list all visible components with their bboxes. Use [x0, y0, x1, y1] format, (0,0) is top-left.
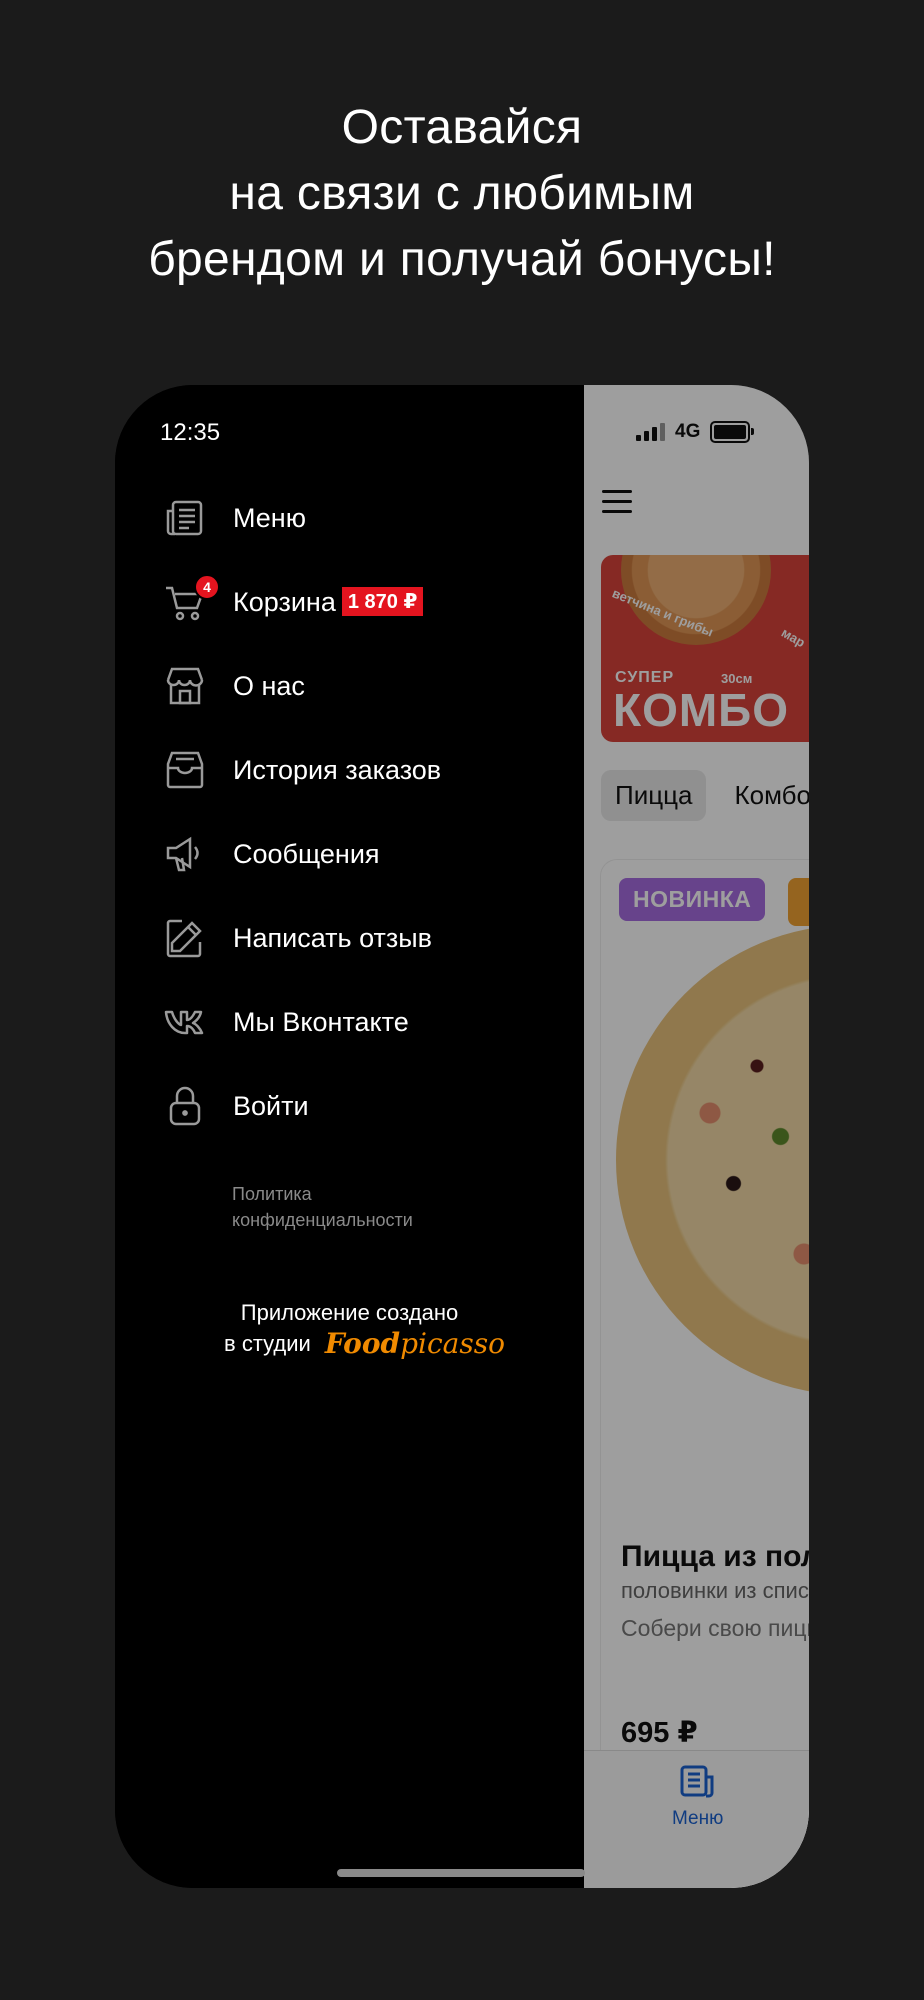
drawer-item-order-history[interactable]: История заказов [163, 745, 441, 795]
promo-banner[interactable]: ветчина и грибы мар СУПЕР 30см КОМБО [601, 555, 809, 742]
credit-line-2: в студии [224, 1331, 311, 1356]
drawer-item-messages[interactable]: Сообщения [163, 829, 380, 879]
policy-line-1: Политика [232, 1184, 312, 1204]
product-pizza-image [616, 925, 809, 1395]
drawer-item-label: О нас [233, 670, 305, 701]
archive-icon [163, 748, 207, 792]
new-badge: НОВИНКА [619, 878, 766, 921]
drawer-item-label: Написать отзыв [233, 922, 432, 953]
home-indicator[interactable] [337, 1869, 585, 1877]
banner-label-2: мар [778, 624, 808, 651]
store-icon [163, 664, 207, 708]
product-subtitle: половинки из спис [621, 1578, 809, 1603]
tab-pizza[interactable]: Пицца [601, 770, 707, 821]
lock-icon [163, 1084, 207, 1128]
drawer-item-menu[interactable]: Меню [163, 493, 306, 543]
studio-credit[interactable]: Приложение создано в студии Foodpicasso [115, 1297, 584, 1359]
secondary-badge [788, 878, 809, 926]
network-type: 4G [675, 421, 701, 442]
product-card[interactable]: НОВИНКА Пицца из половинок половинки из … [601, 860, 809, 1790]
drawer-item-write-review[interactable]: Написать отзыв [163, 913, 432, 963]
menu-book-icon [163, 496, 207, 540]
promo-headline: Оставайся на связи с любимым брендом и п… [0, 95, 924, 293]
banner-title: КОМБО [613, 684, 790, 736]
headline-line-2: на связи с любимым [229, 167, 695, 220]
cart-label-group: Корзина 1 870 ₽ [233, 586, 424, 618]
megaphone-icon [163, 832, 207, 876]
tab-combo[interactable]: Комбо [720, 770, 809, 821]
drawer-item-label: Сообщения [233, 838, 380, 869]
drawer-item-label: Мы Вконтакте [233, 1006, 409, 1037]
side-drawer: 12:35 Меню 4 Корзина 1 870 ₽ О нас Истор… [115, 385, 585, 1888]
product-price: 695 ₽ [621, 1717, 698, 1749]
drawer-item-about[interactable]: О нас [163, 661, 305, 711]
category-tabs: Пицца Комбо [601, 770, 809, 821]
drawer-item-label: Войти [233, 1090, 309, 1121]
foodpicasso-logo: Foodpicasso [324, 1327, 505, 1360]
product-description: Собери свою пиццу из нее ❤️ [621, 1615, 809, 1641]
drawer-item-vk[interactable]: Мы Вконтакте [163, 997, 409, 1047]
status-time: 12:35 [160, 419, 221, 446]
cart-icon: 4 [163, 574, 220, 624]
hamburger-menu-icon[interactable] [602, 490, 632, 520]
bottom-tabbar: Меню [584, 1750, 809, 1888]
menu-doc-icon [680, 1765, 714, 1798]
privacy-policy-link[interactable]: Политика конфиденциальности [232, 1181, 413, 1233]
phone-frame: 4G ветчина и грибы мар СУПЕР 30см КОМБО … [115, 385, 809, 1888]
vk-icon [163, 1000, 207, 1044]
signal-icon [636, 423, 665, 441]
tabbar-menu[interactable]: Меню [672, 1765, 723, 1830]
drawer-item-label: История заказов [233, 754, 442, 785]
drawer-item-label: Меню [233, 502, 306, 533]
product-title: Пицца из половинок [621, 1540, 809, 1573]
drawer-item-cart[interactable]: 4 Корзина 1 870 ₽ [163, 574, 424, 627]
app-background: 4G ветчина и грибы мар СУПЕР 30см КОМБО … [584, 385, 809, 1888]
pencil-icon [163, 916, 207, 960]
battery-icon [710, 421, 755, 443]
policy-line-2: конфиденциальности [232, 1210, 413, 1230]
tabbar-menu-label: Меню [672, 1808, 724, 1829]
status-indicators: 4G [636, 421, 755, 443]
headline-line-3: брендом и получай бонусы! [148, 233, 776, 286]
drawer-item-label: Корзина [233, 586, 336, 617]
cart-sum-badge: 1 870 ₽ [341, 586, 424, 616]
drawer-item-login[interactable]: Войти [163, 1081, 309, 1131]
headline-line-1: Оставайся [341, 101, 583, 154]
credit-line-1: Приложение создано [240, 1300, 459, 1325]
cart-count-badge: 4 [194, 574, 220, 600]
